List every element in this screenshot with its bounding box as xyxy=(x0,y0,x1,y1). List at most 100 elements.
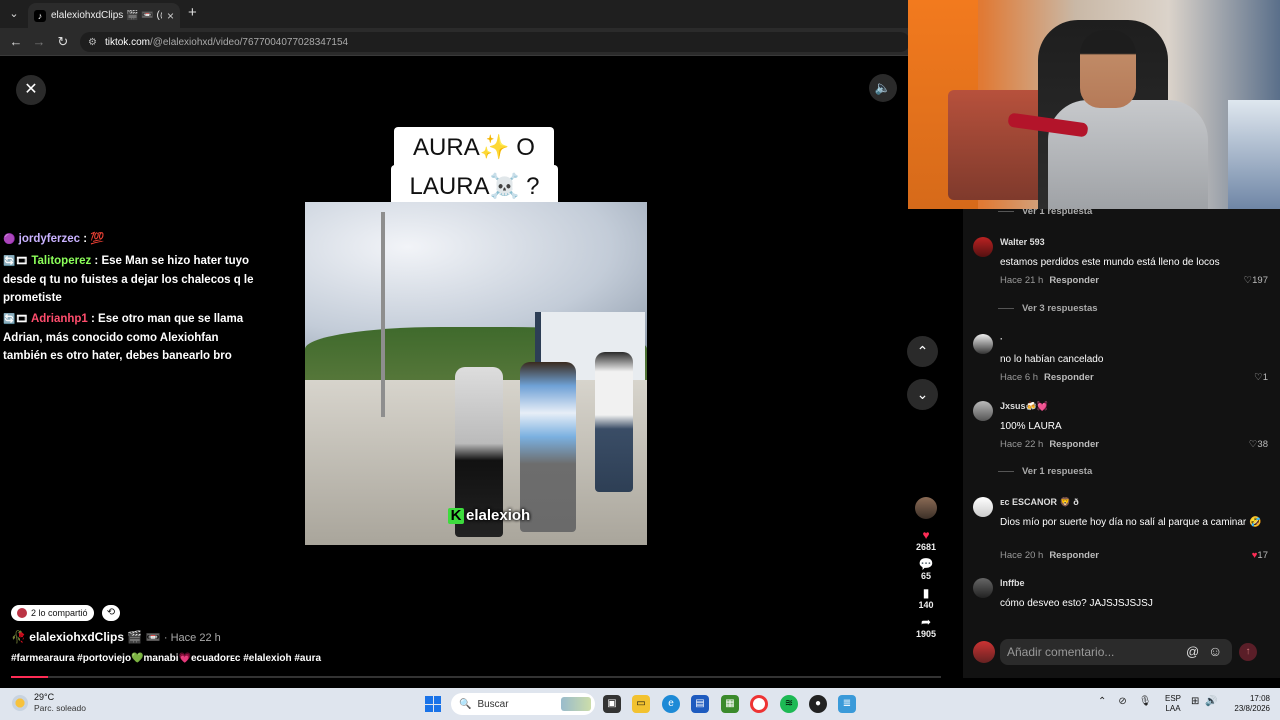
save-count: 140 xyxy=(918,600,934,610)
share-icon[interactable]: ➦ xyxy=(910,616,942,629)
comment-icon[interactable]: 💬 xyxy=(910,558,942,571)
view-replies-link[interactable]: Ver 3 respuestas xyxy=(998,303,1098,314)
site-info-icon[interactable]: ⚙ xyxy=(88,37,97,48)
url-path: /@elalexiohxd/video/7677004077028347154 xyxy=(149,36,349,48)
comment-likes[interactable]: ♥17 xyxy=(1252,550,1268,561)
comment-likes[interactable]: ♡197 xyxy=(1244,275,1268,286)
taskbar-search[interactable]: 🔍 Buscar xyxy=(451,693,595,715)
comment-time: Hace 20 h xyxy=(1000,550,1044,561)
show-hidden-icons-icon[interactable]: ⌃ xyxy=(1098,696,1106,707)
language-indicator[interactable]: ESP LAA xyxy=(1165,694,1181,714)
webcam-overlay xyxy=(908,0,1280,209)
clock[interactable]: 17:08 23/8/2026 xyxy=(1228,694,1270,714)
browser-tab[interactable]: ♪ elalexiohxdClips 🎬 📼 (@el × xyxy=(28,3,180,28)
comment-action[interactable]: 💬 65 xyxy=(910,558,942,582)
comment-compose-row: @ ☺ ↑ xyxy=(963,638,1280,668)
heart-icon[interactable]: ♥ xyxy=(910,529,942,542)
commenter-avatar[interactable] xyxy=(973,401,993,421)
heart-outline-icon[interactable]: ♡ xyxy=(1244,275,1253,286)
repost-icon[interactable]: ⟲ xyxy=(102,605,120,621)
share-action[interactable]: ➦ 1905 xyxy=(910,616,942,640)
new-tab-button[interactable]: + xyxy=(188,5,197,21)
reply-button[interactable]: Responder xyxy=(1044,372,1094,383)
comment-meta: Hace 20 h Responder xyxy=(1000,550,1099,561)
chat-separator: : xyxy=(91,255,102,267)
send-icon[interactable]: ↑ xyxy=(1239,643,1257,661)
search-icon: 🔍 xyxy=(459,698,472,710)
comment-username[interactable]: Jxsus🍻💓 xyxy=(1000,401,1048,412)
mention-icon[interactable]: @ xyxy=(1186,644,1199,659)
speaker-icon[interactable]: 🔊 xyxy=(1205,696,1217,707)
spotify-icon[interactable]: ≋ xyxy=(780,695,798,713)
notepad-icon[interactable]: ≣ xyxy=(838,695,856,713)
commenter-avatar[interactable] xyxy=(973,334,993,354)
heart-outline-icon[interactable]: ♡ xyxy=(1254,372,1263,383)
comment-text: cómo desveo esto? JAJSJSJSJSJ xyxy=(1000,598,1153,609)
start-button[interactable] xyxy=(425,696,441,712)
network-off-icon[interactable]: ⊘ xyxy=(1118,696,1126,707)
volume-icon[interactable]: 🔈 xyxy=(869,74,897,102)
author-line: 🥀 elalexiohxdClips 🎬 📼 · Hace 22 h xyxy=(11,630,221,644)
screen: ⌄ ♪ elalexiohxdClips 🎬 📼 (@el × + ← → ↻ … xyxy=(0,0,1280,720)
creator-avatar[interactable] xyxy=(915,497,937,519)
hashtags[interactable]: #farmearaura #portoviejo💚manabi💗ecuadorᴇ… xyxy=(11,653,321,664)
chrome-icon[interactable] xyxy=(750,695,768,713)
reload-icon[interactable]: ↻ xyxy=(55,34,71,50)
close-video-button[interactable]: ✕ xyxy=(16,75,46,105)
clock-time: 17:08 xyxy=(1249,694,1270,703)
reply-button[interactable]: Responder xyxy=(1049,439,1099,450)
obs-icon[interactable]: ● xyxy=(809,695,827,713)
forward-icon[interactable]: → xyxy=(31,34,47,50)
tab-search-chevron-icon[interactable]: ⌄ xyxy=(6,6,22,22)
store-icon[interactable]: ▤ xyxy=(691,695,709,713)
next-video-button[interactable]: ⌄ xyxy=(907,379,938,410)
webcam-streamer-body xyxy=(1048,100,1208,209)
comment-username[interactable]: Walter 593 xyxy=(1000,237,1045,247)
comment-username[interactable]: · xyxy=(1000,334,1003,344)
clock-date: 23/8/2026 xyxy=(1234,704,1270,713)
comment-time: Hace 22 h xyxy=(1000,439,1044,450)
comment-likes[interactable]: ♡1 xyxy=(1254,372,1268,383)
microphone-icon[interactable]: 🎙 xyxy=(1139,696,1152,707)
commenter-avatar[interactable] xyxy=(973,497,993,517)
previous-video-button[interactable]: ⌃ xyxy=(907,336,938,367)
bookmark-icon[interactable]: ▮ xyxy=(910,587,942,600)
minecraft-icon[interactable]: ▦ xyxy=(721,695,739,713)
comment-likes[interactable]: ♡38 xyxy=(1249,439,1268,450)
windows-taskbar: 29°C Parc. soleado 🔍 Buscar ▣ ▭ e ▤ ▦ ≋ … xyxy=(0,688,1280,720)
commenter-avatar[interactable] xyxy=(973,578,993,598)
comment-username[interactable]: ᴇᴄ ESCANOR 🦁 ð xyxy=(1000,497,1079,508)
commenter-avatar[interactable] xyxy=(973,237,993,257)
back-icon[interactable]: ← xyxy=(8,34,24,50)
task-view-icon[interactable]: ▣ xyxy=(603,695,621,713)
reply-button[interactable]: Responder xyxy=(1049,550,1099,561)
share-count: 1905 xyxy=(915,629,937,639)
author-prefix: 🥀 xyxy=(11,630,26,644)
chat-message: 🔄🎞 Talitoperez : Ese Man se hizo hater t… xyxy=(3,252,258,307)
comment-text: Dios mío por suerte hoy día no salí al p… xyxy=(1000,517,1262,528)
weather-widget[interactable]: 29°C Parc. soleado xyxy=(12,692,86,714)
file-explorer-icon[interactable]: ▭ xyxy=(632,695,650,713)
video-frame[interactable]: Kelalexioh xyxy=(305,202,647,545)
url-field[interactable]: ⚙ tiktok.com/@elalexiohxd/video/76770040… xyxy=(80,32,910,52)
video-progress-bar[interactable] xyxy=(11,676,941,678)
reply-button[interactable]: Responder xyxy=(1049,275,1099,286)
close-tab-icon[interactable]: × xyxy=(167,9,174,23)
comment-username[interactable]: lnffbe xyxy=(1000,578,1025,588)
edge-icon[interactable]: e xyxy=(662,695,680,713)
network-icon[interactable]: ⊞ xyxy=(1191,696,1199,707)
shared-by-pill[interactable]: 2 lo compartió xyxy=(11,605,94,621)
like-action[interactable]: ♥ 2681 xyxy=(910,529,942,553)
webcam-streamer-head xyxy=(1080,30,1136,108)
comment-text: estamos perdidos este mundo está lleno d… xyxy=(1000,257,1220,268)
weather-desc: Parc. soleado xyxy=(34,703,86,713)
chat-username: jordyferzec xyxy=(18,233,81,245)
comment-meta: Hace 21 h Responder xyxy=(1000,275,1099,286)
action-bar: ♥ 2681 💬 65 ▮ 140 ➦ 1905 xyxy=(910,497,942,645)
view-replies-link[interactable]: Ver 1 respuesta xyxy=(998,466,1092,477)
shared-text: 2 lo compartió xyxy=(31,608,88,618)
emoji-icon[interactable]: ☺ xyxy=(1208,643,1222,659)
author-name[interactable]: elalexiohxdClips 🎬 📼 xyxy=(29,630,160,644)
comment-time: Hace 6 h xyxy=(1000,372,1039,383)
save-action[interactable]: ▮ 140 xyxy=(910,587,942,611)
